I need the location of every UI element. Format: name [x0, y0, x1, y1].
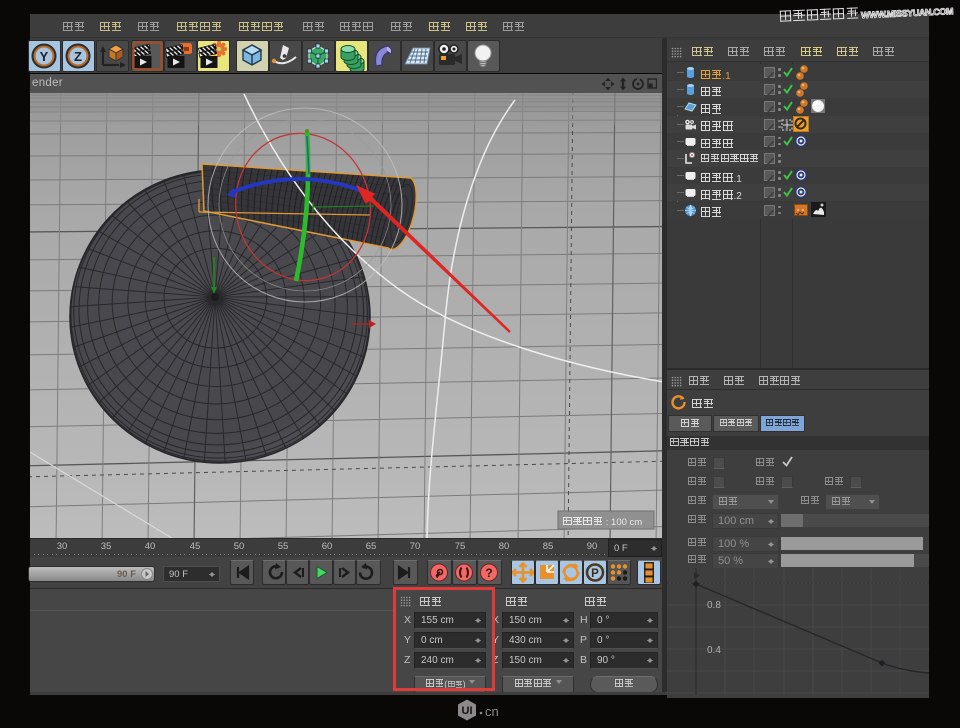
svg-text:?: ?: [485, 566, 492, 580]
svg-text:Y: Y: [40, 49, 49, 64]
svg-text:UI: UI: [462, 705, 473, 717]
svg-text:cn: cn: [485, 704, 499, 719]
svg-text:0.8: 0.8: [707, 600, 721, 611]
svg-text:0.4: 0.4: [707, 645, 721, 656]
svg-text:P: P: [591, 568, 599, 580]
svg-text:Z: Z: [74, 49, 82, 64]
